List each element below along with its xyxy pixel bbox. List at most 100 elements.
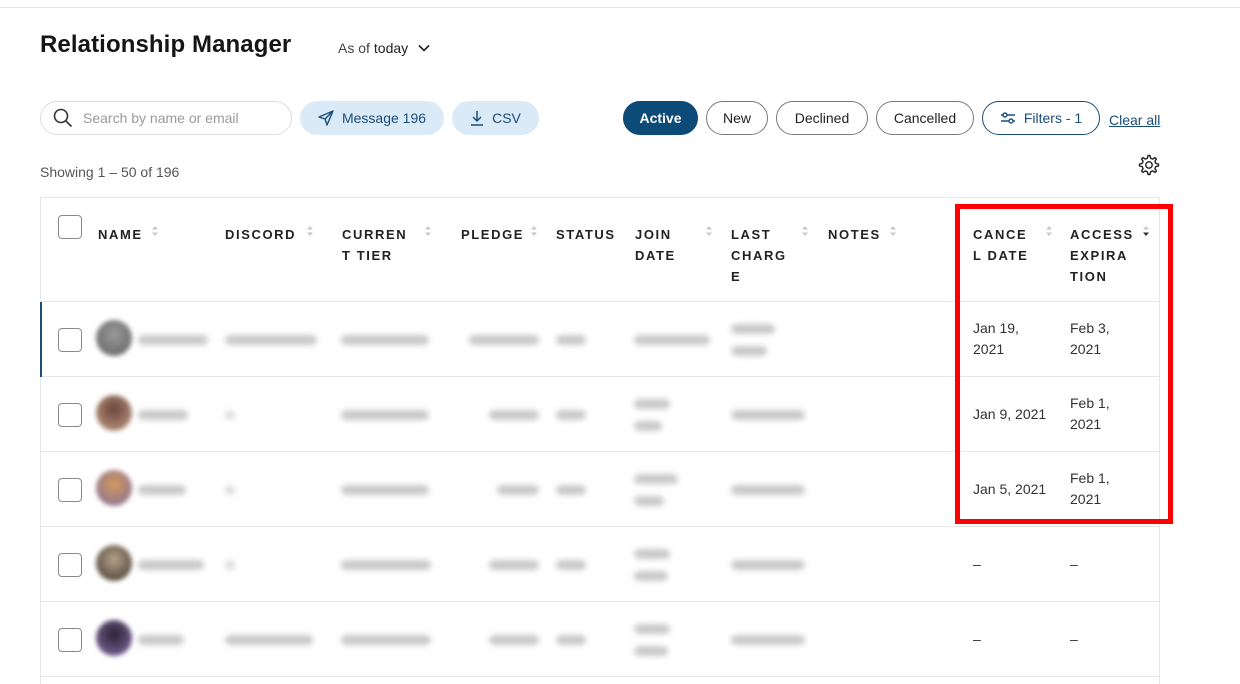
redacted-last-charge bbox=[731, 485, 805, 495]
row-checkbox[interactable] bbox=[58, 553, 82, 577]
header-line: T TIER bbox=[342, 248, 393, 263]
highlight-annotation-box bbox=[955, 204, 1173, 524]
cell-line: – bbox=[1070, 631, 1078, 647]
redacted-join-date bbox=[634, 421, 662, 431]
filters-button[interactable]: Filters - 1 bbox=[982, 101, 1100, 135]
redacted-last-charge bbox=[731, 635, 805, 645]
clear-all-link[interactable]: Clear all bbox=[1109, 112, 1160, 128]
as-of-label: As of bbox=[338, 40, 370, 56]
table-row[interactable]: – – bbox=[41, 527, 1159, 602]
column-header-name[interactable]: NAME bbox=[98, 224, 143, 245]
header-line: CHARG bbox=[731, 248, 787, 263]
search-input[interactable] bbox=[83, 110, 273, 126]
redacted-name bbox=[138, 335, 208, 345]
column-header-pledge[interactable]: PLEDGE bbox=[461, 224, 524, 245]
download-icon bbox=[471, 111, 484, 126]
redacted-discord bbox=[225, 560, 235, 570]
filter-chip-new[interactable]: New bbox=[706, 101, 768, 135]
as-of-value: today bbox=[373, 40, 409, 56]
filters-button-label: Filters - 1 bbox=[1023, 110, 1083, 126]
access-expiration-cell: – bbox=[1070, 554, 1078, 575]
sort-icon[interactable] bbox=[424, 225, 432, 237]
redacted-pledge bbox=[497, 485, 539, 495]
filter-chip-active[interactable]: Active bbox=[623, 101, 698, 135]
redacted-tier bbox=[341, 635, 431, 645]
row-checkbox[interactable] bbox=[58, 403, 82, 427]
redacted-join-date bbox=[634, 399, 670, 409]
column-header-last-charge[interactable]: LAST CHARG E bbox=[731, 224, 787, 287]
column-header-notes[interactable]: NOTES bbox=[828, 224, 881, 245]
select-all-checkbox[interactable] bbox=[58, 215, 82, 239]
redacted-pledge bbox=[489, 635, 539, 645]
redacted-join-date bbox=[634, 646, 668, 656]
redacted-pledge bbox=[489, 560, 539, 570]
avatar bbox=[96, 545, 132, 581]
search-box[interactable] bbox=[40, 101, 292, 135]
cell-line: – bbox=[973, 631, 981, 647]
redacted-status bbox=[556, 635, 586, 645]
send-icon bbox=[318, 110, 334, 126]
search-icon bbox=[53, 108, 73, 128]
cell-line: – bbox=[973, 556, 981, 572]
cancel-date-cell: – bbox=[973, 629, 981, 650]
sort-icon[interactable] bbox=[705, 225, 713, 237]
redacted-name bbox=[138, 635, 184, 645]
table-row[interactable]: – – bbox=[41, 602, 1159, 677]
column-header-join-date[interactable]: JOIN DATE bbox=[635, 224, 676, 266]
redacted-join-date bbox=[634, 624, 670, 634]
redacted-tier bbox=[341, 335, 429, 345]
showing-count: Showing 1 – 50 of 196 bbox=[40, 164, 180, 180]
page-title: Relationship Manager bbox=[40, 31, 292, 58]
redacted-join-date bbox=[634, 474, 678, 484]
header-line: JOIN bbox=[635, 227, 672, 242]
redacted-status bbox=[556, 485, 586, 495]
redacted-tier bbox=[341, 410, 429, 420]
redacted-tier bbox=[341, 485, 429, 495]
redacted-status bbox=[556, 335, 586, 345]
redacted-status bbox=[556, 410, 586, 420]
redacted-name bbox=[138, 410, 188, 420]
column-header-discord[interactable]: DISCORD bbox=[225, 224, 296, 245]
row-checkbox[interactable] bbox=[58, 478, 82, 502]
filter-chip-declined[interactable]: Declined bbox=[776, 101, 868, 135]
redacted-join-date bbox=[634, 571, 668, 581]
csv-button-label: CSV bbox=[492, 110, 521, 126]
redacted-join-date bbox=[634, 549, 670, 559]
filter-chip-cancelled[interactable]: Cancelled bbox=[876, 101, 974, 135]
column-header-current-tier[interactable]: CURREN T TIER bbox=[342, 224, 407, 266]
redacted-pledge bbox=[489, 410, 539, 420]
avatar bbox=[96, 395, 132, 431]
top-divider bbox=[0, 7, 1240, 8]
sort-icon[interactable] bbox=[801, 225, 809, 237]
redacted-last-charge bbox=[731, 346, 767, 356]
sort-icon[interactable] bbox=[889, 225, 897, 237]
redacted-join-date bbox=[634, 496, 664, 506]
sliders-icon bbox=[1000, 112, 1015, 124]
redacted-last-charge bbox=[731, 410, 805, 420]
sort-icon[interactable] bbox=[306, 225, 314, 237]
row-checkbox[interactable] bbox=[58, 328, 82, 352]
redacted-discord bbox=[225, 485, 235, 495]
redacted-join-date bbox=[634, 335, 710, 345]
row-checkbox[interactable] bbox=[58, 628, 82, 652]
message-button-label: Message 196 bbox=[341, 110, 427, 126]
csv-button[interactable]: CSV bbox=[452, 101, 539, 135]
message-button[interactable]: Message 196 bbox=[300, 101, 444, 135]
redacted-last-charge bbox=[731, 560, 805, 570]
column-header-status[interactable]: STATUS bbox=[556, 224, 616, 245]
chevron-down-icon bbox=[418, 44, 430, 52]
cancel-date-cell: – bbox=[973, 554, 981, 575]
sort-icon[interactable] bbox=[530, 225, 538, 237]
redacted-name bbox=[138, 485, 186, 495]
avatar bbox=[96, 470, 132, 506]
redacted-last-charge bbox=[731, 324, 775, 334]
as-of-dropdown[interactable]: As of today bbox=[338, 40, 430, 56]
header-line: E bbox=[731, 269, 742, 284]
sort-icon[interactable] bbox=[151, 225, 159, 237]
avatar bbox=[96, 620, 132, 656]
gear-icon[interactable] bbox=[1136, 153, 1160, 182]
redacted-pledge bbox=[469, 335, 539, 345]
redacted-name bbox=[138, 560, 204, 570]
header-line: CURREN bbox=[342, 227, 408, 242]
cell-line: – bbox=[1070, 556, 1078, 572]
